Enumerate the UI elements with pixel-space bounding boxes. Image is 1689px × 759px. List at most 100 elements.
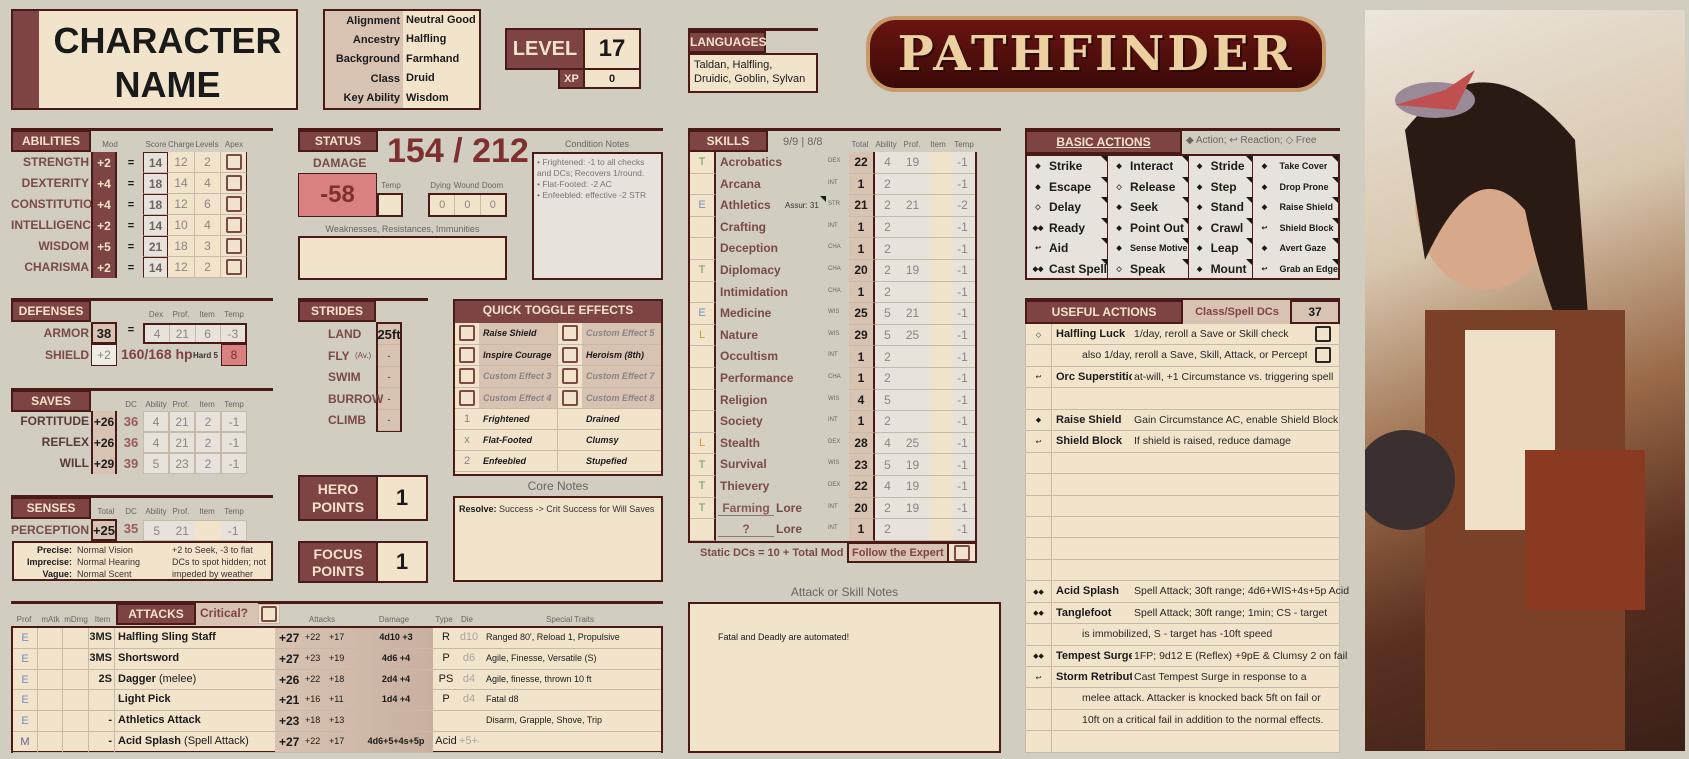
skill-rank[interactable]: T xyxy=(690,497,716,520)
attack-type[interactable]: R xyxy=(433,631,459,643)
useful-action-row[interactable] xyxy=(1026,495,1339,517)
toggle-checkbox[interactable] xyxy=(455,366,479,387)
skill-ability[interactable]: 4 xyxy=(875,433,900,454)
skill-rank[interactable] xyxy=(690,519,716,541)
skill-item[interactable] xyxy=(925,368,950,389)
perception-ability[interactable]: 5 xyxy=(144,521,170,540)
doom-value[interactable]: 0 xyxy=(481,195,505,215)
skill-item[interactable] xyxy=(925,390,950,411)
basic-action[interactable]: ↩ Aid xyxy=(1027,238,1108,259)
skill-ability[interactable]: 5 xyxy=(875,325,900,346)
follow-expert-toggle[interactable] xyxy=(947,542,977,563)
skill-item[interactable] xyxy=(925,195,950,216)
apex-checkbox[interactable] xyxy=(220,152,247,173)
attack-matk[interactable] xyxy=(38,628,63,648)
skill-prof[interactable]: 19 xyxy=(900,152,925,173)
basic-action[interactable]: ◆ Avert Gaze xyxy=(1253,238,1338,259)
attack-prof[interactable]: E xyxy=(13,628,38,648)
save-prof[interactable]: 23 xyxy=(169,453,195,474)
attack-name[interactable]: Dagger (melee) xyxy=(118,673,278,685)
toggle-checkbox[interactable] xyxy=(455,323,479,344)
skill-prof[interactable] xyxy=(900,346,925,367)
basic-action[interactable]: ◆◆ Cast Spell xyxy=(1027,258,1108,280)
skill-rank[interactable] xyxy=(690,367,716,390)
basic-action[interactable]: ◆ Stand xyxy=(1189,197,1253,218)
skill-ability[interactable]: 2 xyxy=(875,238,900,259)
armor-dex[interactable]: 4 xyxy=(145,325,171,342)
skill-item[interactable] xyxy=(925,217,950,238)
skill-ability[interactable]: 2 xyxy=(875,195,900,216)
basic-action[interactable]: ◆ Sense Motive xyxy=(1108,238,1188,259)
attack-matk[interactable] xyxy=(38,731,63,752)
level-value[interactable]: 17 xyxy=(583,28,641,70)
basic-action[interactable]: ◆ Stride xyxy=(1189,156,1253,177)
basic-action[interactable]: ◆ Crawl xyxy=(1189,217,1253,239)
stride-value[interactable]: 25ft xyxy=(377,324,401,345)
ability-charger[interactable]: 12 xyxy=(168,152,194,173)
skill-item[interactable] xyxy=(925,152,950,173)
save-temp[interactable]: -1 xyxy=(221,453,247,474)
damage-value[interactable]: -58 xyxy=(298,173,377,217)
attack-traits[interactable]: Ranged 80', Reload 1, Propulsive xyxy=(486,632,620,642)
class-dc-value[interactable]: 37 xyxy=(1290,300,1340,324)
skill-ability[interactable]: 2 xyxy=(875,519,900,540)
skill-temp[interactable]: -1 xyxy=(950,498,975,519)
attack-matk[interactable] xyxy=(38,690,63,711)
skill-rank[interactable]: E xyxy=(690,303,716,325)
skill-temp[interactable]: -1 xyxy=(950,238,975,259)
skill-prof[interactable]: 21 xyxy=(900,195,925,216)
attack-type[interactable]: P xyxy=(433,652,459,664)
attack-damage[interactable]: 4d6+5+4s+5p xyxy=(359,736,433,746)
skill-prof[interactable]: 19 xyxy=(900,454,925,475)
basic-action[interactable]: ↩ Shield Block xyxy=(1253,217,1338,239)
useful-action-row[interactable] xyxy=(1026,474,1339,496)
basic-action[interactable]: ◇ Delay xyxy=(1027,197,1108,218)
apex-checkbox[interactable] xyxy=(220,173,247,194)
basic-action[interactable]: ◆ Strike xyxy=(1027,156,1108,177)
attack-matk[interactable] xyxy=(38,669,63,690)
skill-prof[interactable] xyxy=(900,174,925,195)
ability-charger[interactable]: 18 xyxy=(168,236,194,257)
useful-action-row[interactable]: ◇ Halfling Luck 1/day, reroll a Save or Sk… xyxy=(1026,324,1339,346)
skill-item[interactable] xyxy=(925,476,950,497)
basic-action[interactable]: ◆ Seek xyxy=(1108,197,1188,218)
skill-prof[interactable]: 25 xyxy=(900,325,925,346)
ability-levels[interactable]: 2 xyxy=(194,257,220,278)
skill-item[interactable] xyxy=(925,519,950,540)
ability-charger[interactable]: 14 xyxy=(168,173,194,194)
armor-prof[interactable]: 21 xyxy=(170,325,196,342)
skill-prof[interactable]: 19 xyxy=(900,260,925,281)
skill-item[interactable] xyxy=(925,454,950,475)
skill-ability[interactable]: 2 xyxy=(875,346,900,367)
ability-charger[interactable]: 12 xyxy=(168,257,194,278)
shield-bonus[interactable]: +2 xyxy=(91,344,117,366)
condition-value[interactable]: x xyxy=(455,430,479,450)
save-ability[interactable]: 5 xyxy=(143,453,169,474)
languages-text[interactable]: Taldan, Halfling, Druidic, Goblin, Sylva… xyxy=(688,53,818,93)
character-name-box[interactable]: CHARACTER NAME xyxy=(11,9,298,110)
armor-temp[interactable]: -3 xyxy=(221,325,245,342)
hero-points-value[interactable]: 1 xyxy=(376,475,428,521)
skill-prof[interactable]: 19 xyxy=(900,476,925,497)
skill-ability[interactable]: 2 xyxy=(875,260,900,281)
skill-prof[interactable]: 19 xyxy=(900,498,925,519)
save-item[interactable]: 2 xyxy=(195,411,221,432)
basic-action[interactable]: ◇ Speak xyxy=(1108,258,1188,280)
save-temp[interactable]: -1 xyxy=(221,432,247,453)
skill-temp[interactable]: -1 xyxy=(950,303,975,324)
attack-traits[interactable]: Fatal d8 xyxy=(486,694,519,704)
stride-value[interactable]: - xyxy=(378,410,400,431)
attack-name[interactable]: Light Pick xyxy=(118,693,278,705)
attack-prof[interactable]: E xyxy=(13,648,38,669)
xp-value[interactable]: 0 xyxy=(583,68,641,89)
basic-action[interactable]: ◆ Mount xyxy=(1189,258,1253,280)
skill-temp[interactable]: -2 xyxy=(950,195,975,216)
save-prof[interactable]: 21 xyxy=(169,411,195,432)
skill-ability[interactable]: 2 xyxy=(875,217,900,238)
save-item[interactable]: 2 xyxy=(195,432,221,453)
attack-traits[interactable]: Agile, finesse, thrown 10 ft xyxy=(486,674,592,684)
stride-value[interactable]: - xyxy=(378,367,400,388)
useful-action-row[interactable]: 10ft on a critical fail in addition to t… xyxy=(1026,709,1339,732)
attack-name[interactable]: Acid Splash (Spell Attack) xyxy=(118,735,278,747)
skill-temp[interactable]: -1 xyxy=(950,390,975,411)
